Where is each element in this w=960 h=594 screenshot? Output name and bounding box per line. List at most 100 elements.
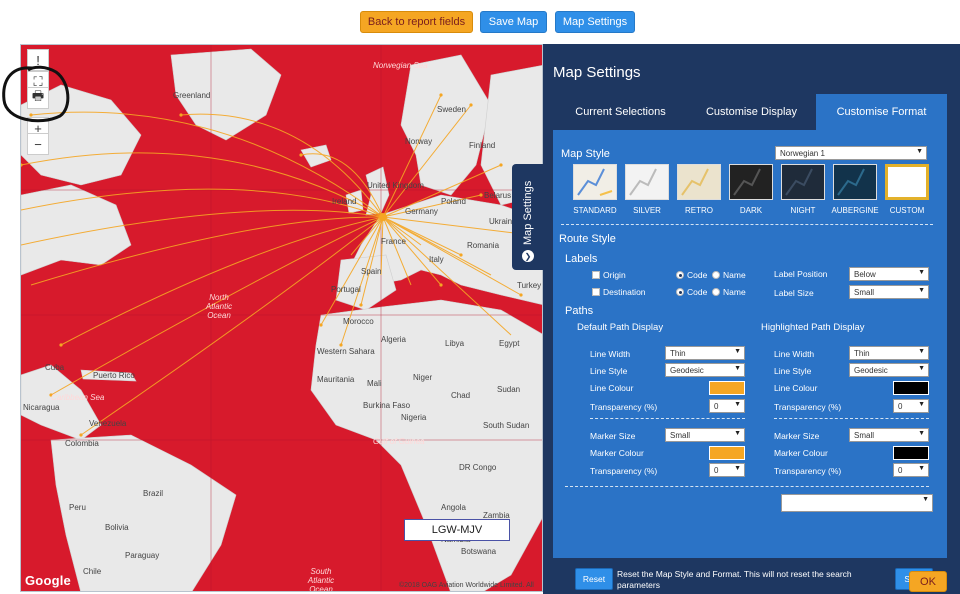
- save-map-button[interactable]: Save Map: [480, 11, 547, 33]
- highlighted-transparency-label: Transparency (%): [774, 402, 842, 412]
- customise-format-content: Map Style Norwegian 1 STANDARD SILVER RE…: [553, 130, 947, 590]
- labels-heading: Labels: [565, 253, 598, 265]
- label-brazil: Brazil: [143, 489, 164, 498]
- highlighted-marker-colour-swatch[interactable]: [893, 446, 929, 460]
- default-path-heading: Default Path Display: [577, 322, 664, 333]
- label-finland: Finland: [469, 141, 496, 150]
- zoom-out-icon[interactable]: −: [27, 133, 49, 155]
- label-western-sahara: Western Sahara: [317, 347, 375, 356]
- divider: [774, 418, 929, 419]
- info-icon[interactable]: !: [27, 49, 49, 71]
- highlighted-marker-transparency-select[interactable]: 0: [893, 463, 929, 477]
- destination-code-label: Code: [687, 287, 708, 297]
- label-sudan: Sudan: [497, 385, 521, 394]
- label-chile: Chile: [83, 567, 102, 576]
- route-map[interactable]: ! ⛶ 🖶 + − Greenland Norwegian Sea Sweden…: [20, 44, 543, 592]
- default-line-width-label: Line Width: [590, 349, 631, 359]
- tab-customise-display[interactable]: Customise Display: [688, 94, 815, 130]
- label-colombia: Colombia: [65, 439, 99, 448]
- map-style-heading: Map Style: [561, 148, 610, 160]
- map-copyright: ©2018 OAG Aviation Worldwide Limited. Al…: [399, 582, 534, 589]
- label-position-select[interactable]: Below: [849, 267, 929, 281]
- label-turkey: Turkey: [517, 281, 542, 290]
- highlighted-transparency-select[interactable]: 0: [893, 399, 929, 413]
- label-angola: Angola: [441, 503, 466, 512]
- origin-checkbox[interactable]: [592, 271, 600, 279]
- highlighted-marker-transparency-label: Transparency (%): [774, 466, 842, 476]
- settings-tabs: Current Selections Customise Display Cus…: [553, 94, 947, 130]
- label-nicaragua: Nicaragua: [23, 403, 60, 412]
- map-settings-button[interactable]: Map Settings: [555, 11, 635, 33]
- destination-label: Destination: [603, 287, 646, 297]
- label-france: France: [381, 237, 406, 246]
- label-burkina-faso: Burkina Faso: [363, 401, 411, 410]
- tab-current-selections[interactable]: Current Selections: [553, 94, 688, 130]
- style-thumb-silver[interactable]: [625, 164, 669, 200]
- label-portugal: Portugal: [331, 285, 361, 294]
- tab-customise-format[interactable]: Customise Format: [816, 94, 947, 130]
- reset-button[interactable]: Reset: [575, 568, 613, 590]
- origin-code-radio[interactable]: [676, 271, 684, 279]
- default-line-style-select[interactable]: Geodesic: [665, 363, 745, 377]
- origin-name-radio[interactable]: [712, 271, 720, 279]
- style-label-silver: SILVER: [633, 206, 661, 215]
- style-thumb-retro[interactable]: [677, 164, 721, 200]
- chevron-right-icon[interactable]: ❯: [522, 250, 534, 262]
- style-thumb-custom[interactable]: [885, 164, 929, 200]
- map-preset-select[interactable]: [781, 494, 933, 512]
- highlighted-line-width-select[interactable]: Thin: [849, 346, 929, 360]
- default-transparency-select[interactable]: 0: [709, 399, 745, 413]
- label-dr-congo: DR Congo: [459, 463, 497, 472]
- default-line-colour-label: Line Colour: [590, 383, 634, 393]
- default-marker-transparency-label: Transparency (%): [590, 466, 658, 476]
- label-position-label: Label Position: [774, 269, 828, 279]
- map-style-select[interactable]: Norwegian 1: [775, 146, 927, 160]
- style-label-standard: STANDARD: [573, 206, 617, 215]
- style-thumb-standard[interactable]: [573, 164, 617, 200]
- label-morocco: Morocco: [343, 317, 374, 326]
- destination-name-radio[interactable]: [712, 288, 720, 296]
- label-romania: Romania: [467, 241, 500, 250]
- label-sweden: Sweden: [437, 105, 466, 114]
- label-niger: Niger: [413, 373, 433, 382]
- highlighted-marker-size-select[interactable]: Small: [849, 428, 929, 442]
- label-nigeria: Nigeria: [401, 413, 427, 422]
- label-ireland: Ireland: [332, 197, 357, 206]
- ok-button[interactable]: OK: [909, 571, 947, 592]
- default-marker-transparency-select[interactable]: 0: [709, 463, 745, 477]
- label-belarus: Belarus: [484, 191, 512, 200]
- print-icon[interactable]: 🖶: [27, 87, 49, 109]
- label-bolivia: Bolivia: [105, 523, 129, 532]
- style-thumb-dark[interactable]: [729, 164, 773, 200]
- label-libya: Libya: [445, 339, 465, 348]
- label-mauritania: Mauritania: [317, 375, 355, 384]
- default-line-colour-swatch[interactable]: [709, 381, 745, 395]
- map-settings-tab[interactable]: Map Settings ❯: [512, 164, 544, 270]
- highlighted-marker-size-label: Marker Size: [774, 431, 820, 441]
- label-greenland: Greenland: [173, 91, 211, 100]
- style-thumb-night[interactable]: [781, 164, 825, 200]
- default-line-style-label: Line Style: [590, 366, 628, 376]
- highlighted-line-colour-label: Line Colour: [774, 383, 818, 393]
- highlighted-line-style-select[interactable]: Geodesic: [849, 363, 929, 377]
- route-style-heading: Route Style: [559, 233, 616, 245]
- label-egypt: Egypt: [499, 339, 520, 348]
- default-marker-size-select[interactable]: Small: [665, 428, 745, 442]
- label-paraguay: Paraguay: [125, 551, 160, 560]
- default-line-width-select[interactable]: Thin: [665, 346, 745, 360]
- style-label-dark: DARK: [739, 206, 763, 215]
- label-cuba: Cuba: [45, 363, 65, 372]
- top-toolbar: Back to report fields Save Map Map Setti…: [0, 0, 960, 44]
- highlighted-line-colour-swatch[interactable]: [893, 381, 929, 395]
- origin-code-label: Code: [687, 270, 708, 280]
- destination-code-radio[interactable]: [676, 288, 684, 296]
- label-caribbean-sea: Caribbean Sea: [51, 393, 105, 402]
- destination-checkbox[interactable]: [592, 288, 600, 296]
- label-norway: Norway: [405, 137, 433, 146]
- default-marker-colour-swatch[interactable]: [709, 446, 745, 460]
- style-thumb-aubergine[interactable]: [833, 164, 877, 200]
- destination-name-label: Name: [723, 287, 746, 297]
- label-size-select[interactable]: Small: [849, 285, 929, 299]
- back-to-report-fields-button[interactable]: Back to report fields: [360, 11, 473, 33]
- label-italy: Italy: [429, 255, 444, 264]
